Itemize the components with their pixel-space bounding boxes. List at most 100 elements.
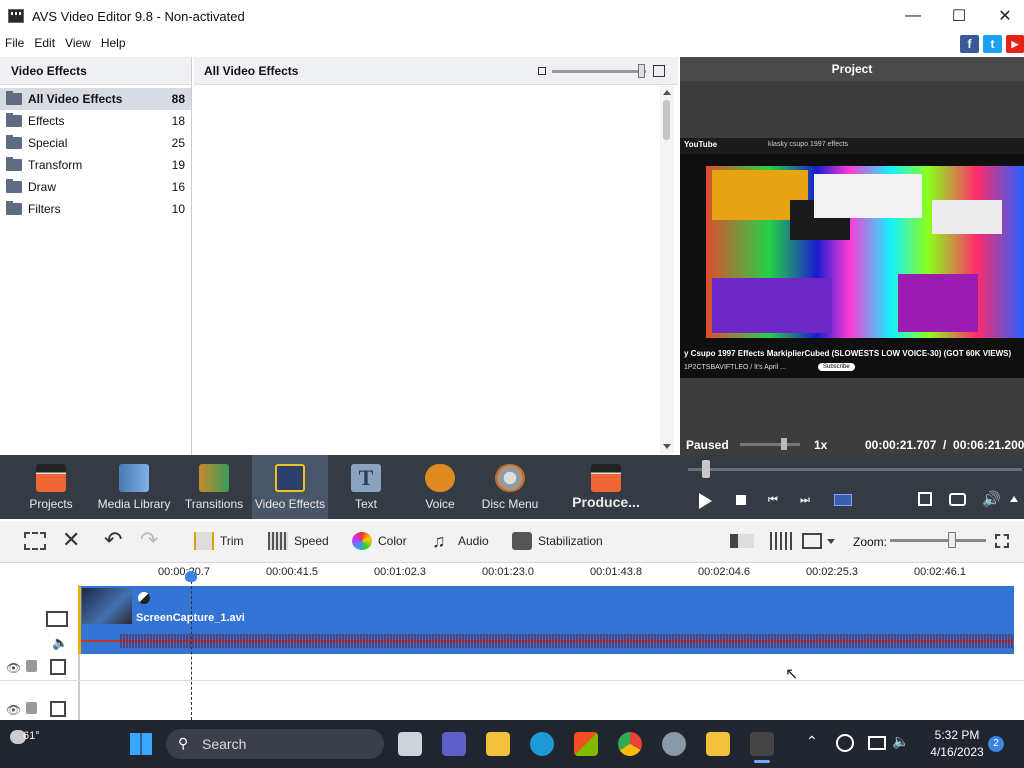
folder-icon (6, 135, 22, 149)
zoom-slider-handle[interactable] (948, 532, 956, 548)
category-all-video-effects[interactable]: All Video Effects 88 (0, 88, 191, 110)
start-icon[interactable] (130, 733, 152, 755)
clock-time[interactable]: 5:32 PM (928, 728, 986, 742)
maximize-button[interactable]: ☐ (936, 0, 982, 32)
split-icon[interactable] (834, 494, 852, 506)
audio-mute-icon[interactable]: 🔈 (52, 635, 68, 651)
transitions-button[interactable]: Transitions (184, 455, 244, 519)
taskbar-search[interactable]: ⚲ Search (166, 729, 384, 759)
zoom-slider[interactable] (890, 539, 986, 542)
yt-brand: YouTube (684, 140, 718, 149)
menu-view[interactable]: View (60, 36, 96, 50)
disc-menu-button[interactable]: Disc Menu (480, 455, 540, 519)
avs-app-icon[interactable] (750, 732, 774, 756)
storyboard-toggle-icon[interactable] (24, 532, 46, 550)
store-icon[interactable] (574, 732, 598, 756)
chrome-icon[interactable] (618, 732, 642, 756)
fullscreen-icon[interactable] (918, 492, 932, 506)
thumbnail-size-slider[interactable] (552, 70, 646, 73)
volume-icon[interactable]: 🔊 (982, 490, 1002, 508)
lock-icon[interactable] (26, 660, 37, 672)
stabilization-tool[interactable]: Stabilization (512, 532, 603, 550)
previous-frame-icon[interactable]: ⏮ (768, 494, 780, 506)
seek-handle[interactable] (702, 460, 710, 478)
playhead-handle[interactable] (185, 571, 197, 582)
file-explorer-icon[interactable] (486, 732, 510, 756)
audio-tool[interactable]: ♫ Audio (432, 532, 489, 550)
task-view-icon[interactable] (398, 732, 422, 756)
twitter-icon[interactable]: t (983, 35, 1002, 53)
audio-waveform[interactable] (80, 628, 1014, 654)
trim-tool[interactable]: Trim (194, 532, 244, 550)
scroll-down-icon[interactable] (663, 444, 671, 449)
speed-tool[interactable]: Speed (268, 532, 329, 550)
notification-badge[interactable]: 2 (988, 736, 1004, 752)
minimize-button[interactable]: — (890, 0, 936, 32)
lock-icon[interactable] (26, 702, 37, 714)
voice-label: Voice (425, 497, 455, 511)
visibility-icon[interactable]: 👁 (6, 661, 21, 675)
facebook-icon[interactable]: f (960, 35, 979, 53)
sync-icon[interactable] (836, 734, 854, 752)
play-icon[interactable] (699, 493, 712, 509)
fit-timeline-icon[interactable] (995, 534, 1009, 548)
tray-expand-icon[interactable]: ⌃ (806, 733, 818, 750)
video-effects-button[interactable]: Video Effects (252, 455, 328, 519)
settings-icon[interactable] (662, 732, 686, 756)
delete-icon[interactable]: ✕ (62, 528, 80, 552)
split-clip-icon[interactable] (730, 534, 754, 548)
gallery-scrollbar[interactable] (660, 86, 674, 454)
seek-bar[interactable] (688, 468, 1022, 471)
menu-help[interactable]: Help (96, 36, 131, 50)
category-effects[interactable]: Effects 18 (0, 110, 191, 132)
color-tool[interactable]: Color (352, 532, 407, 550)
network-icon[interactable] (868, 736, 886, 750)
voice-button[interactable]: Voice (414, 455, 466, 519)
text-button[interactable]: T Text (340, 455, 392, 519)
edge-icon[interactable] (530, 732, 554, 756)
next-frame-icon[interactable]: ⏭ (800, 494, 812, 506)
snapshot-icon[interactable] (949, 493, 966, 506)
youtube-icon[interactable]: ▶ (1006, 35, 1024, 53)
small-thumb-icon[interactable] (538, 67, 546, 75)
menu-file[interactable]: File (0, 36, 29, 50)
speaker-icon[interactable]: 🔈 (892, 733, 909, 750)
menu-edit[interactable]: Edit (29, 36, 60, 50)
folder-app-icon[interactable] (706, 732, 730, 756)
timeline-ruler[interactable] (78, 563, 1016, 585)
trim-icon (194, 532, 214, 550)
volume-expand-icon[interactable] (1010, 496, 1018, 502)
video-preview[interactable]: YouTube klasky csupo 1997 effects y Csup… (680, 138, 1024, 378)
large-thumb-icon[interactable] (653, 65, 665, 77)
stop-icon[interactable] (736, 495, 746, 505)
clip-start-marker (78, 586, 81, 654)
category-special[interactable]: Special 25 (0, 132, 191, 154)
category-transform[interactable]: Transform 19 (0, 154, 191, 176)
projects-label: Projects (29, 497, 73, 511)
produce-button[interactable]: Produce... (568, 455, 644, 519)
close-button[interactable]: ✕ (982, 0, 1024, 32)
slider-handle[interactable] (638, 64, 645, 78)
media-library-button[interactable]: Media Library (98, 455, 170, 519)
scroll-up-icon[interactable] (663, 90, 671, 95)
speed-slider-handle[interactable] (781, 438, 787, 450)
audio-mixer-icon[interactable] (770, 532, 794, 550)
aspect-ratio-icon[interactable] (802, 533, 822, 549)
clock-date[interactable]: 4/16/2023 (922, 745, 992, 759)
category-filters[interactable]: Filters 10 (0, 198, 191, 220)
gallery-title: All Video Effects (194, 57, 678, 85)
clip-thumbnail (82, 588, 132, 624)
video-clip[interactable]: ScreenCapture_1.avi (80, 586, 1014, 628)
mouse-cursor: ↖ (785, 666, 799, 683)
projects-button[interactable]: Projects (22, 455, 80, 519)
undo-icon[interactable]: ↶ (104, 528, 122, 552)
window-title: AVS Video Editor 9.8 - Non-activated (32, 8, 245, 24)
scroll-thumb[interactable] (663, 100, 670, 140)
redo-icon[interactable]: ↷ (140, 528, 158, 552)
category-draw[interactable]: Draw 16 (0, 176, 191, 198)
visibility-icon[interactable]: 👁 (6, 703, 21, 717)
aspect-dropdown-icon[interactable] (827, 539, 835, 544)
teams-icon[interactable] (442, 732, 466, 756)
color-wheel-icon (352, 532, 372, 550)
speed-slider[interactable] (740, 443, 800, 446)
